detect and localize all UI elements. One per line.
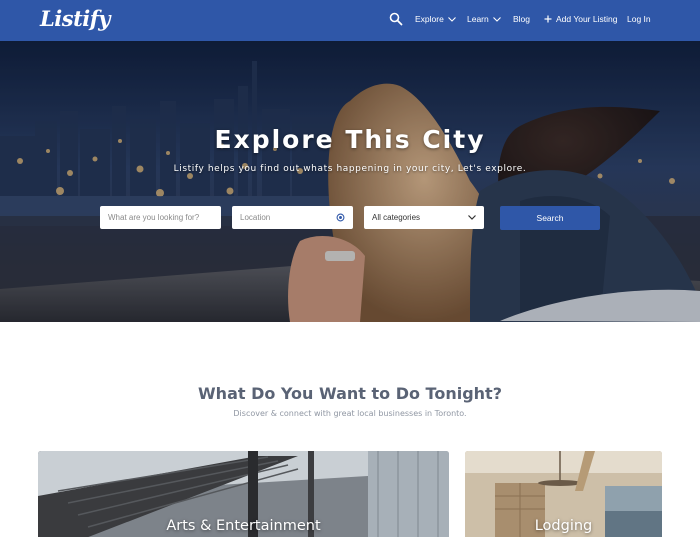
location-field[interactable] <box>232 206 353 229</box>
hero-subtitle: Listify helps you find out whats happeni… <box>173 164 527 174</box>
search-button[interactable]: Search <box>500 206 600 230</box>
keyword-field[interactable] <box>100 206 221 229</box>
nav-learn-label: Learn <box>467 14 489 24</box>
location-input[interactable] <box>240 213 336 222</box>
hero-title: Explore This City <box>214 125 486 154</box>
nav-blog[interactable]: Blog <box>513 14 530 24</box>
search-icon[interactable] <box>389 12 403 26</box>
nav-add-listing[interactable]: Add Your Listing <box>544 14 617 24</box>
plus-icon <box>544 15 552 23</box>
chevron-down-icon <box>447 16 456 22</box>
category-card-arts[interactable]: Arts & Entertainment <box>38 451 449 537</box>
category-card-lodging[interactable]: Lodging <box>465 451 662 537</box>
chevron-down-icon <box>492 16 501 22</box>
keyword-input[interactable] <box>108 213 213 222</box>
category-select-value: All categories <box>372 213 421 222</box>
hero-banner: Explore This City Listify helps you find… <box>0 41 700 322</box>
locate-icon[interactable] <box>336 213 345 222</box>
section-subtitle: Discover & connect with great local busi… <box>233 409 467 418</box>
nav-blog-label: Blog <box>513 14 531 24</box>
nav-login-label: Log In <box>627 14 651 24</box>
nav-explore-label: Explore <box>415 14 444 24</box>
category-card-lodging-label: Lodging <box>534 518 593 534</box>
chevron-down-icon <box>468 215 476 220</box>
nav-explore[interactable]: Explore <box>415 14 456 24</box>
hero-overlay <box>0 41 700 322</box>
site-logo[interactable]: Listify <box>40 6 110 31</box>
section-title: What Do You Want to Do Tonight? <box>198 384 502 403</box>
top-navbar: Listify Explore Learn Blog Add Your List… <box>0 0 700 41</box>
nav-learn[interactable]: Learn <box>467 14 501 24</box>
category-select[interactable]: All categories <box>364 206 484 229</box>
nav-add-listing-label: Add Your Listing <box>556 14 618 24</box>
nav-login[interactable]: Log In <box>627 14 651 24</box>
category-card-arts-label: Arts & Entertainment <box>166 518 321 534</box>
